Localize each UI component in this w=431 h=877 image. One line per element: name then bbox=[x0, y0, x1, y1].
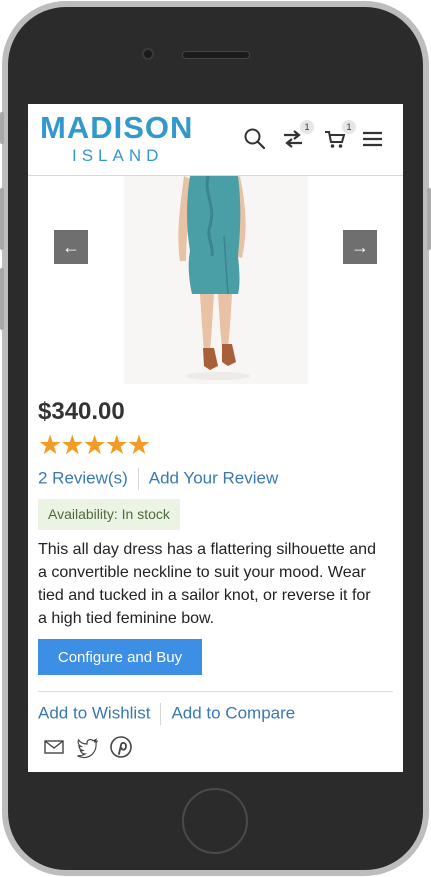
menu-icon[interactable] bbox=[360, 126, 386, 152]
site-header: MADISON ISLAND 1 1 bbox=[28, 104, 403, 176]
configure-and-buy-button[interactable]: Configure and Buy bbox=[38, 639, 202, 675]
stock-status-badge: Availability: In stock bbox=[38, 499, 180, 530]
actions-separator bbox=[160, 703, 162, 725]
section-divider bbox=[38, 691, 393, 692]
compare-count-badge: 1 bbox=[300, 120, 314, 134]
cart-count-badge: 1 bbox=[342, 120, 356, 134]
phone-power-button bbox=[427, 188, 431, 250]
star-icon: ★ bbox=[104, 430, 129, 460]
phone-volume-up bbox=[0, 188, 4, 250]
reviews-separator bbox=[137, 468, 139, 490]
add-review-link[interactable]: Add Your Review bbox=[149, 468, 278, 487]
add-to-wishlist-link[interactable]: Add to Wishlist bbox=[38, 703, 150, 722]
reviews-count-link[interactable]: 2 Review(s) bbox=[38, 468, 128, 487]
rating-stars: ★★★★★ bbox=[38, 430, 152, 460]
dress-model-illustration bbox=[124, 176, 308, 384]
logo-main-text[interactable]: MADISON bbox=[40, 110, 193, 146]
product-actions: Add to Wishlist Add to Compare bbox=[38, 703, 295, 725]
product-price: $340.00 bbox=[38, 398, 125, 425]
cart-icon[interactable]: 1 bbox=[322, 120, 356, 152]
email-icon[interactable] bbox=[42, 735, 66, 759]
star-icon: ★ bbox=[126, 430, 152, 460]
pinterest-icon[interactable] bbox=[109, 735, 133, 759]
product-image[interactable] bbox=[124, 176, 308, 384]
home-button[interactable] bbox=[182, 788, 248, 854]
product-description: This all day dress has a flattering silh… bbox=[38, 541, 376, 627]
phone-side-button bbox=[0, 112, 4, 144]
compare-icon[interactable]: 1 bbox=[280, 120, 314, 152]
phone-volume-down bbox=[0, 268, 4, 330]
star-icon: ★ bbox=[82, 430, 107, 460]
gallery-prev-button[interactable]: ← bbox=[54, 230, 88, 264]
front-camera bbox=[142, 48, 154, 60]
screen: MADISON ISLAND 1 1 ← → $340.00 ★★★★★ 2 R… bbox=[28, 104, 403, 772]
logo-sub-text[interactable]: ISLAND bbox=[72, 146, 163, 166]
twitter-icon[interactable] bbox=[75, 735, 99, 759]
gallery-next-button[interactable]: → bbox=[343, 230, 377, 264]
star-icon: ★ bbox=[60, 430, 85, 460]
reviews-links: 2 Review(s) Add Your Review bbox=[38, 468, 278, 490]
search-icon[interactable] bbox=[242, 126, 268, 152]
add-to-compare-link[interactable]: Add to Compare bbox=[171, 703, 295, 722]
earpiece-speaker bbox=[182, 51, 250, 59]
star-icon: ★ bbox=[38, 430, 63, 460]
